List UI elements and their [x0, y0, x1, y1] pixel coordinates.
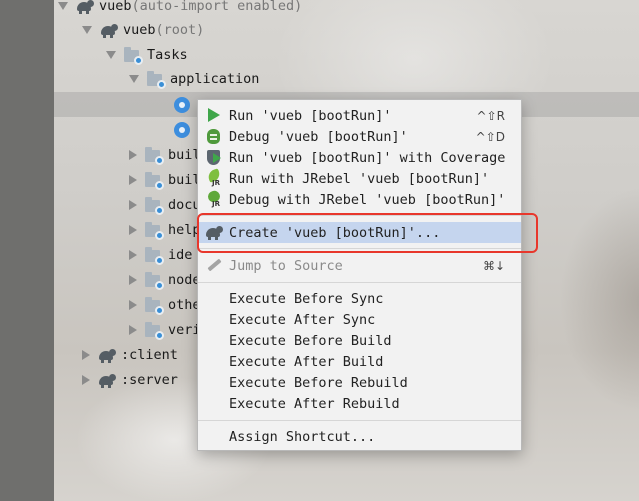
tree-row-label: vueb	[123, 21, 156, 38]
gear-icon	[173, 96, 191, 113]
context-menu: Run 'vueb [bootRun]' ^⇧R Debug 'vueb [bo…	[197, 99, 522, 451]
gear-icon	[173, 121, 191, 138]
menu-item-execute-before-sync[interactable]: Execute Before Sync	[198, 288, 521, 309]
menu-separator	[198, 420, 521, 421]
expand-arrow-icon[interactable]	[106, 50, 116, 59]
task-folder-icon	[145, 146, 164, 165]
coverage-icon	[205, 149, 223, 166]
task-folder-icon	[147, 70, 166, 89]
menu-item-run-with-coverage[interactable]: Run 'vueb [bootRun]' with Coverage	[198, 147, 521, 168]
menu-item-label: Debug 'vueb [bootRun]'	[229, 128, 408, 145]
menu-item-shortcut: ⌘↓	[482, 258, 505, 273]
menu-item-assign-shortcut[interactable]: Assign Shortcut...	[198, 426, 521, 447]
tree-row-label: :client	[121, 346, 178, 363]
tree-row-vueb-root[interactable]: vueb (root)	[82, 17, 204, 42]
menu-item-execute-after-build[interactable]: Execute After Build	[198, 351, 521, 372]
menu-item-label: Run with JRebel 'vueb [bootRun]'	[229, 170, 490, 187]
tree-row-application[interactable]: application	[129, 66, 259, 91]
expand-arrow-icon[interactable]	[129, 324, 137, 335]
menu-item-jump-to-source[interactable]: Jump to Source ⌘↓	[198, 255, 521, 276]
expand-arrow-icon[interactable]	[129, 149, 137, 160]
menu-item-execute-after-sync[interactable]: Execute After Sync	[198, 309, 521, 330]
menu-separator	[198, 282, 521, 283]
expand-arrow-icon[interactable]	[129, 224, 137, 235]
tree-row-label: vueb	[99, 0, 132, 14]
menu-item-execute-after-rebuild[interactable]: Execute After Rebuild	[198, 393, 521, 414]
tree-row-tasks[interactable]: Tasks	[106, 42, 188, 67]
menu-item-shortcut: ^⇧D	[475, 129, 505, 144]
tree-row-label: ide	[168, 246, 193, 263]
menu-item-run-with-jrebel[interactable]: JR Run with JRebel 'vueb [bootRun]'	[198, 168, 521, 189]
expand-arrow-icon[interactable]	[129, 274, 137, 285]
expand-arrow-icon[interactable]	[129, 174, 137, 185]
tree-row-label: help	[168, 221, 201, 238]
menu-item-shortcut: ^⇧R	[476, 108, 505, 123]
menu-item-label: Assign Shortcut...	[229, 428, 376, 445]
tree-row-label: Tasks	[147, 46, 188, 63]
tree-row-suffix: (root)	[155, 21, 205, 38]
debug-icon	[205, 128, 223, 145]
task-folder-icon	[145, 296, 164, 315]
task-folder-icon	[145, 171, 164, 190]
tree-row-server[interactable]: :server	[82, 367, 178, 392]
pencil-icon	[205, 257, 223, 274]
jrebel-debug-icon: JR	[205, 189, 223, 208]
menu-item-label: Execute After Build	[229, 353, 384, 370]
gradle-elephant-icon	[76, 0, 94, 14]
menu-item-debug[interactable]: Debug 'vueb [bootRun]' ^⇧D	[198, 126, 521, 147]
tree-row-ide[interactable]: ide	[129, 242, 192, 267]
gradle-elephant-icon	[98, 347, 116, 363]
expand-arrow-icon[interactable]	[58, 1, 68, 10]
tree-row-label: application	[170, 70, 260, 87]
task-folder-icon	[145, 246, 164, 265]
run-icon	[205, 107, 223, 124]
menu-item-execute-before-rebuild[interactable]: Execute Before Rebuild	[198, 372, 521, 393]
tree-row-label: :server	[121, 371, 178, 388]
tree-row-help[interactable]: help	[129, 217, 201, 242]
menu-item-debug-with-jrebel[interactable]: JR Debug with JRebel 'vueb [bootRun]'	[198, 189, 521, 210]
menu-item-label: Jump to Source	[229, 257, 343, 274]
menu-item-label: Execute Before Build	[229, 332, 392, 349]
menu-item-execute-before-build[interactable]: Execute Before Build	[198, 330, 521, 351]
expand-arrow-icon[interactable]	[82, 349, 90, 360]
expand-arrow-icon[interactable]	[129, 299, 137, 310]
task-folder-icon	[145, 321, 164, 340]
tree-row-task[interactable]	[173, 117, 196, 142]
menu-item-label: Debug with JRebel 'vueb [bootRun]'	[229, 191, 506, 208]
menu-item-label: Execute After Rebuild	[229, 395, 400, 412]
expand-arrow-icon[interactable]	[129, 74, 139, 83]
menu-item-label: Execute Before Sync	[229, 290, 384, 307]
task-folder-icon	[124, 46, 143, 65]
tree-row-suffix: (auto-import enabled)	[131, 0, 303, 14]
menu-item-label: Execute Before Rebuild	[229, 374, 408, 391]
task-folder-icon	[145, 271, 164, 290]
gradle-elephant-icon	[98, 372, 116, 388]
expand-arrow-icon[interactable]	[82, 374, 90, 385]
tree-row-node[interactable]: node	[129, 267, 201, 292]
expand-arrow-icon[interactable]	[129, 249, 137, 260]
task-folder-icon	[145, 221, 164, 240]
menu-item-label: Execute After Sync	[229, 311, 376, 328]
menu-item-label: Run 'vueb [bootRun]'	[229, 107, 392, 124]
task-folder-icon	[145, 196, 164, 215]
tree-row-label: node	[168, 271, 201, 288]
gradle-elephant-icon	[100, 22, 118, 38]
annotation-highlight-box	[197, 213, 538, 253]
tree-row-vueb-project[interactable]: vueb (auto-import enabled)	[58, 0, 302, 18]
jrebel-run-icon: JR	[205, 168, 223, 187]
menu-item-run[interactable]: Run 'vueb [bootRun]' ^⇧R	[198, 105, 521, 126]
menu-item-label: Run 'vueb [bootRun]' with Coverage	[229, 149, 506, 166]
expand-arrow-icon[interactable]	[82, 25, 92, 34]
expand-arrow-icon[interactable]	[129, 199, 137, 210]
tree-row-client[interactable]: :client	[82, 342, 178, 367]
